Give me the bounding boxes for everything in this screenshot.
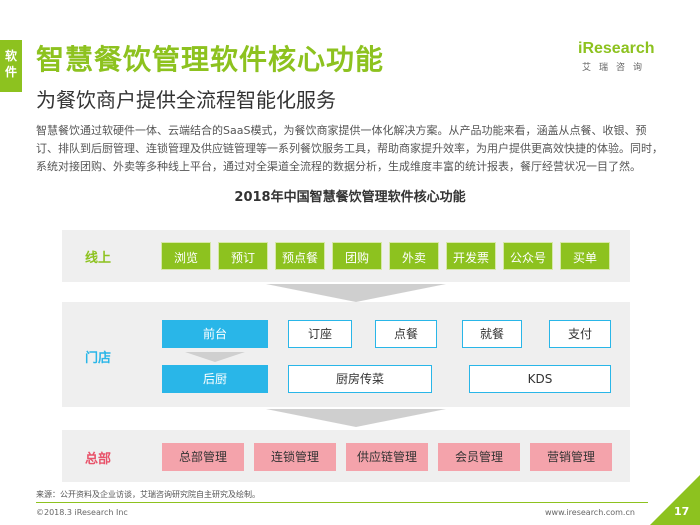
store-item-order: 点餐 [375, 320, 437, 348]
store-front-desk: 前台 [162, 320, 268, 348]
hq-item-chain: 连锁管理 [254, 443, 336, 471]
copyright: ©2018.3 iResearch Inc [36, 508, 128, 517]
hq-label: 总部 [84, 452, 111, 467]
flow-arrow-online-to-store [266, 284, 446, 302]
source-note: 来源：公开资料及企业访谈，艾瑞咨询研究院自主研究及绘制。 [36, 490, 260, 499]
store-band: 门店 前台 订座 点餐 就餐 支付 后厨 厨房传菜 KDS [62, 302, 630, 407]
hq-item-supply-chain: 供应链管理 [346, 443, 428, 471]
online-item-preorder: 预点餐 [275, 242, 325, 270]
diagram-title: 2018年中国智慧餐饮管理软件核心功能 [234, 190, 466, 205]
logo-chinese-name: 艾瑞咨询 [582, 63, 651, 73]
store-item-payment: 支付 [549, 320, 611, 348]
logo-wordmark: iResearch [578, 40, 655, 57]
section-tab-char-2: 件 [4, 65, 17, 79]
intro-paragraph: 智慧餐饮通过软硬件一体、云端结合的SaaS模式，为餐饮商家提供一体化解决方案。从… [36, 124, 663, 173]
hq-band: 总部 总部管理 连锁管理 供应链管理 会员管理 营销管理 [62, 430, 630, 482]
online-item-invoice: 开发票 [446, 242, 496, 270]
iresearch-logo: iResearch 艾瑞咨询 [578, 40, 668, 73]
flow-arrow-store-to-hq [266, 409, 446, 427]
page-number: 17 [674, 505, 690, 518]
store-item-kitchen-dispatch: 厨房传菜 [288, 365, 432, 393]
hq-item-membership: 会员管理 [438, 443, 520, 471]
online-item-reserve: 预订 [218, 242, 268, 270]
page-title: 智慧餐饮管理软件核心功能 [36, 43, 385, 76]
store-item-dining: 就餐 [462, 320, 522, 348]
hq-item-marketing: 营销管理 [530, 443, 612, 471]
website: www.iresearch.com.cn [545, 508, 635, 517]
online-item-pay: 买单 [560, 242, 610, 270]
store-item-kds: KDS [469, 365, 611, 393]
hq-item-headquarters: 总部管理 [162, 443, 244, 471]
footer-divider [36, 502, 648, 503]
page-subtitle: 为餐饮商户提供全流程智能化服务 [36, 88, 336, 112]
online-item-groupbuy: 团购 [332, 242, 382, 270]
online-label: 线上 [84, 251, 111, 266]
store-item-seating: 订座 [288, 320, 352, 348]
online-item-browse: 浏览 [161, 242, 211, 270]
section-tab-char-1: 软 [4, 49, 17, 63]
online-item-official-account: 公众号 [503, 242, 553, 270]
online-item-delivery: 外卖 [389, 242, 439, 270]
section-tab: 软 件 [0, 40, 22, 92]
store-kitchen: 后厨 [162, 365, 268, 393]
online-band: 线上 浏览 预订 预点餐 团购 外卖 开发票 公众号 买单 [62, 230, 630, 282]
flow-arrow-front-to-kitchen [185, 352, 245, 362]
store-label: 门店 [84, 351, 111, 366]
